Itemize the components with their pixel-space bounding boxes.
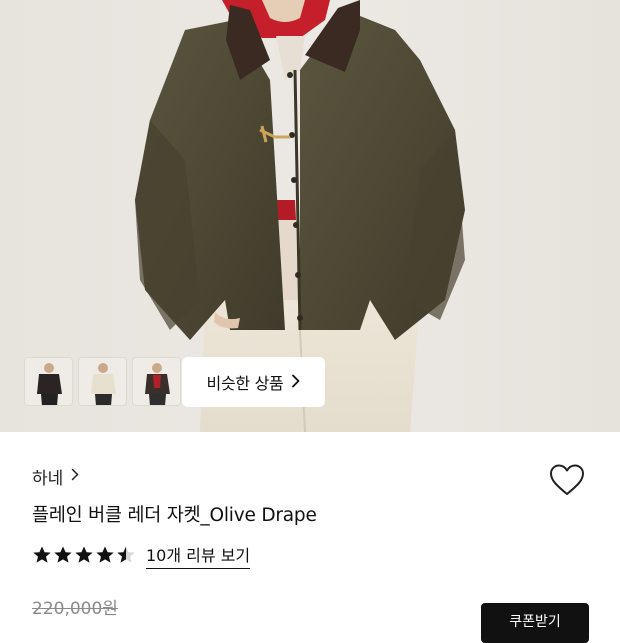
- heart-outline-icon: [550, 464, 584, 495]
- rating-row: 10개 리뷰 보기: [32, 542, 251, 569]
- product-title: 플레인 버클 레더 자켓_Olive Drape: [32, 505, 317, 526]
- star-icon: [96, 546, 114, 563]
- product-image-gallery[interactable]: 비슷한 상품: [0, 0, 620, 432]
- thumbnail-dark-jacket[interactable]: [132, 357, 181, 406]
- coupon-button-label: 쿠폰받기: [509, 614, 561, 630]
- similar-products-label: 비슷한 상품: [206, 374, 284, 393]
- review-link[interactable]: 10개 리뷰 보기: [146, 542, 251, 569]
- thumbnail-strip: [24, 357, 181, 407]
- star-icon: [54, 546, 72, 563]
- brand-name: 하네: [32, 468, 64, 489]
- rating-stars: [32, 545, 136, 565]
- original-price: 220,000원: [32, 599, 118, 619]
- star-icon: [75, 546, 93, 563]
- star-icon: [33, 546, 51, 563]
- coupon-button[interactable]: 쿠폰받기: [481, 603, 589, 643]
- star-icon: [117, 546, 135, 563]
- chevron-right-icon: [291, 373, 300, 392]
- chevron-right-icon: [71, 467, 79, 485]
- wishlist-button[interactable]: [547, 461, 587, 501]
- thumbnail-cream-jacket[interactable]: [78, 357, 127, 406]
- brand-link[interactable]: 하네: [32, 463, 79, 489]
- similar-products-button[interactable]: 비슷한 상품: [182, 357, 325, 407]
- thumbnail-black-jacket[interactable]: [24, 357, 73, 406]
